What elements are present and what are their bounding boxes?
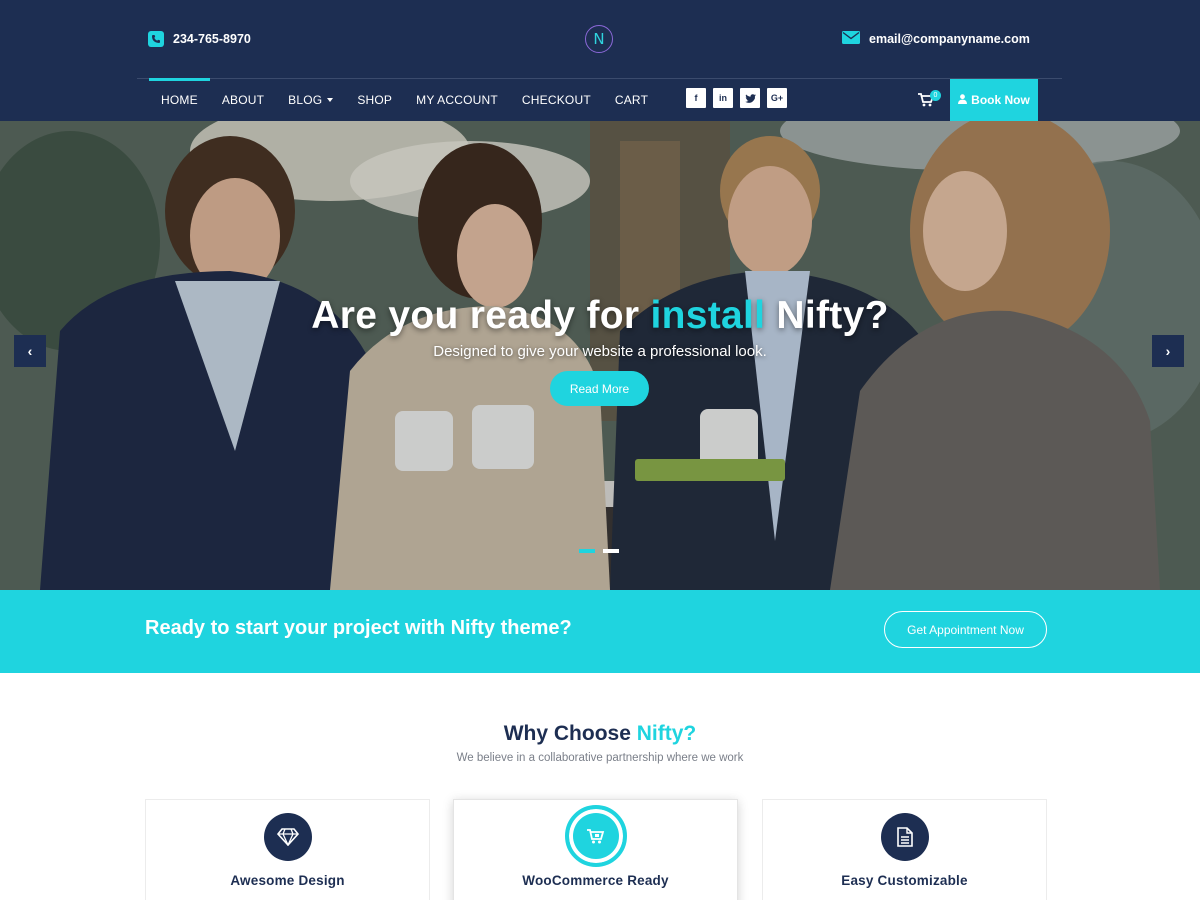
email-contact[interactable]: email@companyname.com	[842, 31, 1030, 47]
cta-heading: Ready to start your project with Nifty t…	[145, 617, 572, 639]
chevron-right-icon: ›	[1165, 343, 1171, 359]
twitter-icon[interactable]	[740, 88, 760, 108]
nav-item-blog[interactable]: BLOG	[276, 79, 345, 121]
feature-card-woocommerce-ready[interactable]: WooCommerce Ready	[453, 799, 738, 900]
nav-item-checkout[interactable]: CHECKOUT	[510, 79, 603, 121]
email-address: email@companyname.com	[869, 32, 1030, 46]
cart-button[interactable]: 0	[918, 90, 941, 113]
nav-item-shop[interactable]: SHOP	[345, 79, 404, 121]
google-plus-icon[interactable]: G+	[767, 88, 787, 108]
why-choose-title: Why Choose Nifty?	[503, 722, 697, 745]
nav-item-my-account[interactable]: MY ACCOUNT	[404, 79, 510, 121]
feature-card-title: Easy Customizable	[841, 873, 968, 888]
feature-card-title: WooCommerce Ready	[522, 873, 669, 888]
slider-prev-button[interactable]: ‹	[14, 335, 46, 367]
site-logo[interactable]: N	[585, 25, 613, 53]
hero-slider: Are you ready for install Nifty? Designe…	[0, 121, 1200, 590]
get-appointment-button[interactable]: Get Appointment Now	[884, 611, 1047, 648]
feature-card-easy-customizable[interactable]: Easy Customizable	[762, 799, 1047, 900]
nav-item-about[interactable]: ABOUT	[210, 79, 276, 121]
hero-title: Are you ready for install Nifty?	[311, 294, 889, 337]
book-now-button[interactable]: Book Now	[950, 79, 1038, 121]
linkedin-icon[interactable]: in	[713, 88, 733, 108]
hero-title-highlight: install	[650, 294, 766, 337]
why-choose-subtitle: We believe in a collaborative partnershi…	[456, 752, 744, 764]
chevron-down-icon	[327, 98, 334, 102]
slider-dots	[579, 549, 619, 553]
user-icon	[958, 93, 968, 107]
nav-item-home[interactable]: HOME	[149, 78, 210, 121]
nav-item-cart[interactable]: CART	[603, 79, 660, 121]
slider-dot-2[interactable]	[603, 549, 619, 553]
envelope-icon	[842, 31, 860, 47]
document-icon	[881, 813, 929, 861]
diamond-icon	[264, 813, 312, 861]
top-bar: 234-765-8970 N email@companyname.com	[0, 0, 1200, 78]
feature-card-awesome-design[interactable]: Awesome Design	[145, 799, 430, 900]
facebook-icon[interactable]: f	[686, 88, 706, 108]
cta-band: Ready to start your project with Nifty t…	[0, 590, 1200, 673]
feature-card-title: Awesome Design	[230, 873, 345, 888]
read-more-button[interactable]: Read More	[550, 371, 649, 406]
site-header: 234-765-8970 N email@companyname.com HOM…	[0, 0, 1200, 121]
hero-subtitle: Designed to give your website a professi…	[433, 343, 767, 360]
social-links: f in G+	[686, 88, 787, 108]
main-nav: HOME ABOUT BLOG SHOP MY ACCOUNT CHECKOUT…	[149, 78, 660, 121]
cart-count-badge: 0	[930, 90, 941, 101]
phone-number: 234-765-8970	[173, 32, 251, 46]
cart-icon	[565, 805, 627, 867]
slider-next-button[interactable]: ›	[1152, 335, 1184, 367]
phone-contact[interactable]: 234-765-8970	[148, 31, 251, 47]
slider-dot-1[interactable]	[579, 549, 595, 553]
chevron-left-icon: ‹	[27, 343, 33, 359]
phone-icon	[148, 31, 164, 47]
